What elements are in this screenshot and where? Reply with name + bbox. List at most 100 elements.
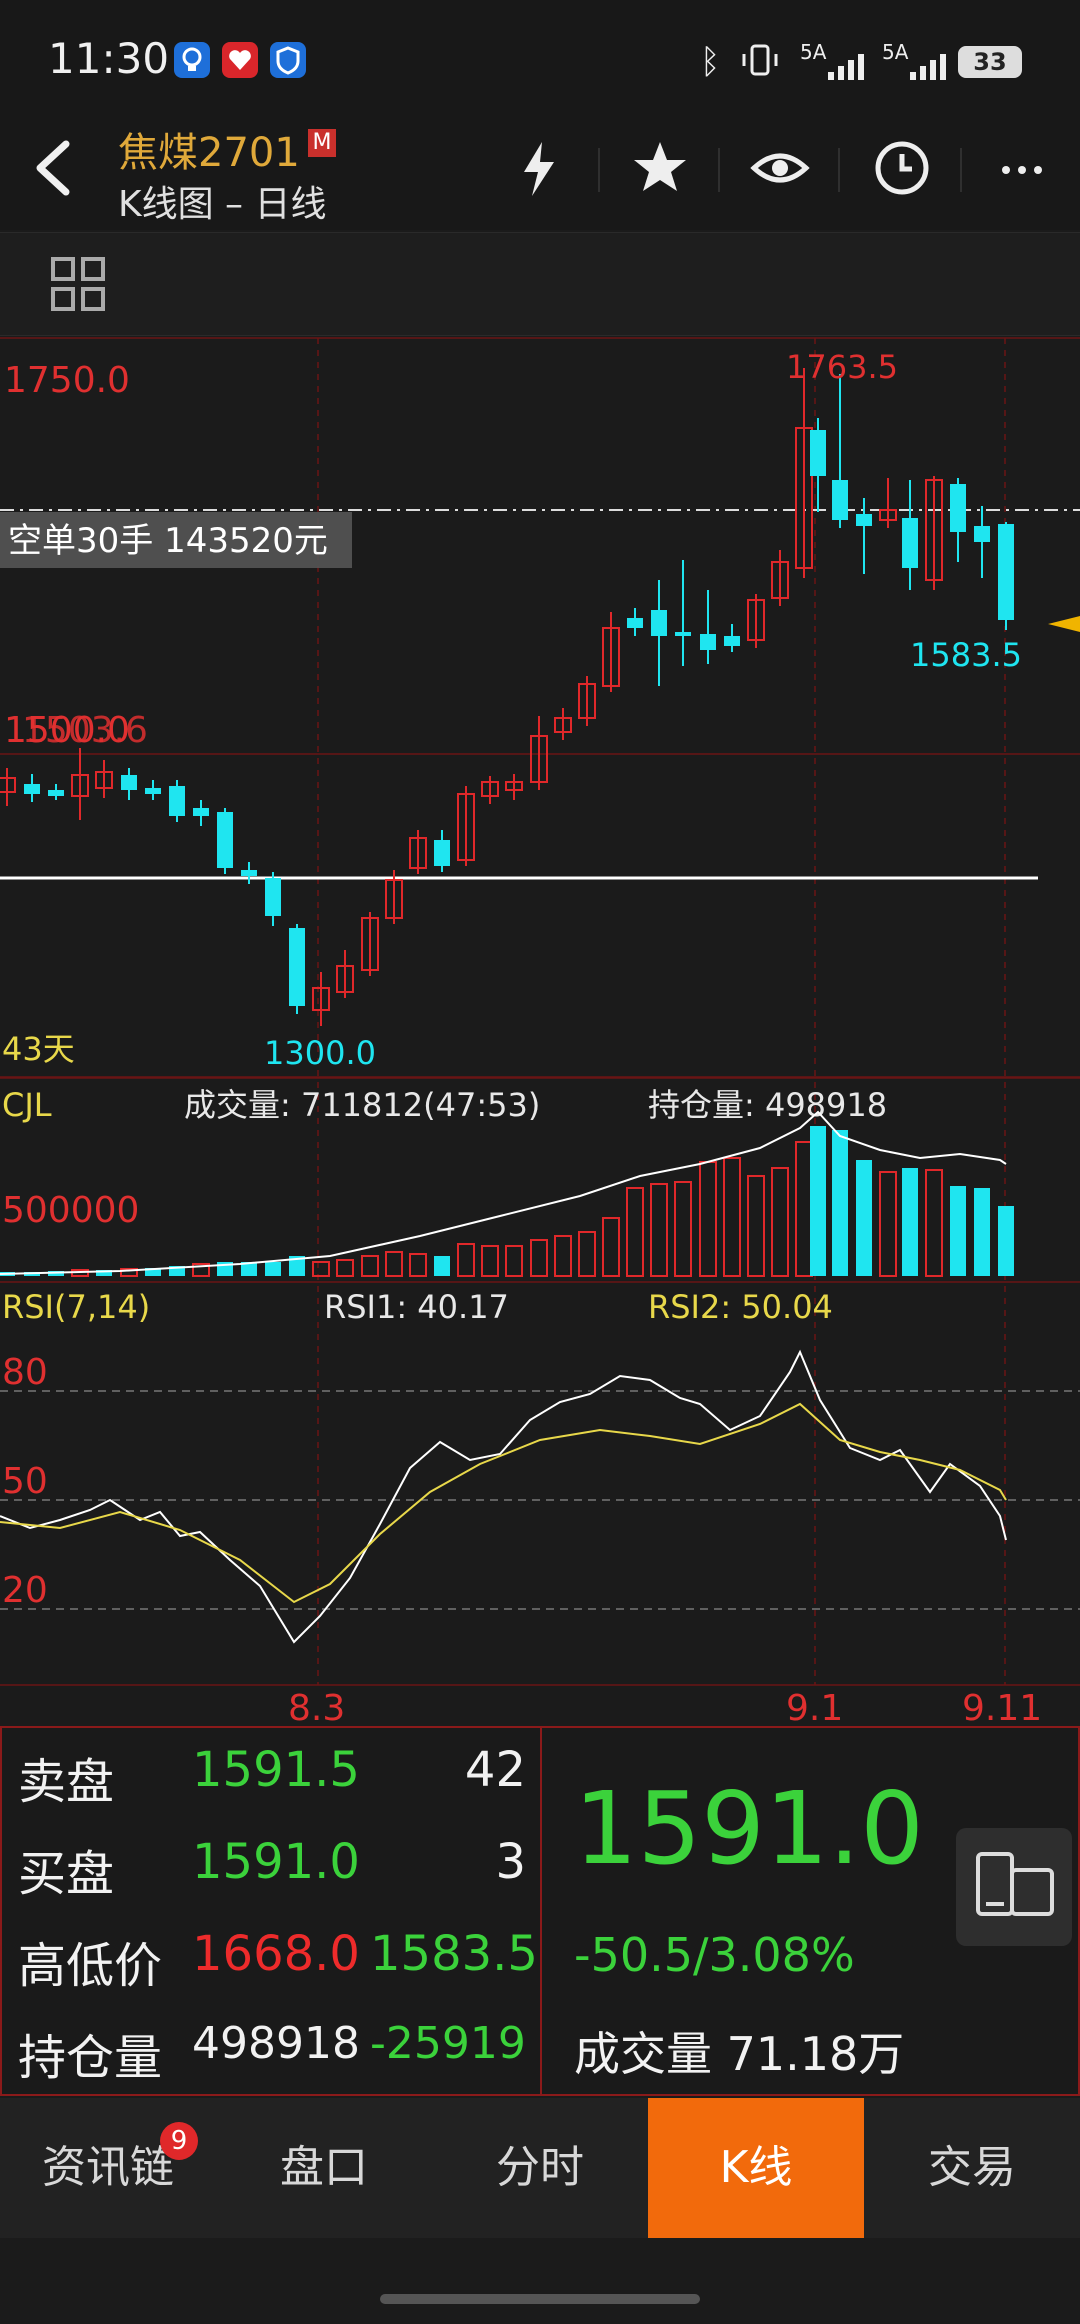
open-interest-label: 持仓量 bbox=[18, 2030, 163, 2086]
volume-bar bbox=[481, 1245, 499, 1277]
clock-icon[interactable] bbox=[872, 138, 932, 198]
volume-bar bbox=[626, 1187, 644, 1277]
x-label-date-2: 9.1 bbox=[786, 1688, 843, 1726]
candle-body bbox=[434, 840, 450, 866]
candle-body bbox=[700, 634, 716, 650]
volume-bar bbox=[832, 1130, 848, 1276]
x-label-date-1: 8.3 bbox=[288, 1688, 345, 1726]
header-divider bbox=[718, 148, 720, 192]
candle-body bbox=[998, 524, 1014, 620]
rsi2-text: RSI2: 50.04 bbox=[648, 1288, 833, 1326]
sell-qty: 42 bbox=[464, 1742, 526, 1798]
candle-body bbox=[169, 786, 185, 816]
chevron-left-icon[interactable] bbox=[28, 138, 76, 213]
volume-bar bbox=[795, 1141, 813, 1277]
volume-bar bbox=[810, 1126, 826, 1276]
volume-bar bbox=[723, 1157, 741, 1277]
buy-qty: 3 bbox=[495, 1834, 526, 1890]
candle-body bbox=[810, 430, 826, 476]
order-tag: 空单30手 143520元 bbox=[8, 521, 328, 561]
vibrate-icon bbox=[740, 42, 780, 78]
y-label-mid-overlay: 1503.6 bbox=[22, 710, 148, 751]
flash-icon[interactable] bbox=[510, 138, 570, 198]
buy-label: 买盘 bbox=[18, 1846, 115, 1902]
candle-body bbox=[627, 618, 643, 628]
volume-bar bbox=[336, 1259, 354, 1277]
split-view-button[interactable] bbox=[956, 1828, 1072, 1946]
header-divider bbox=[960, 148, 962, 192]
volume-bar bbox=[312, 1261, 330, 1277]
volume-bars bbox=[0, 1126, 1014, 1277]
volume-bar bbox=[674, 1181, 692, 1277]
candle-body bbox=[974, 526, 990, 542]
volume-bar bbox=[856, 1160, 872, 1276]
rsi-level-80: 80 bbox=[2, 1352, 48, 1393]
last-price-pointer bbox=[1048, 616, 1080, 632]
volume-indicator-name: CJL bbox=[2, 1086, 52, 1124]
low-label: 1300.0 bbox=[264, 1034, 376, 1072]
volume-bar bbox=[385, 1251, 403, 1277]
rsi-level-20: 20 bbox=[2, 1570, 48, 1611]
status-time: 11:30 bbox=[48, 34, 170, 83]
candlesticks bbox=[0, 368, 1014, 1026]
open-interest-text: 持仓量: 498918 bbox=[648, 1086, 887, 1124]
days-label: 43天 bbox=[2, 1030, 75, 1068]
volume-bar bbox=[699, 1161, 717, 1277]
candle-body bbox=[48, 790, 64, 796]
rsi1-text: RSI1: 40.17 bbox=[324, 1288, 509, 1326]
tab-kline[interactable]: K线 bbox=[648, 2098, 864, 2238]
volume-bar bbox=[747, 1175, 765, 1277]
rsi-indicator-name: RSI(7,14) bbox=[2, 1288, 150, 1326]
volume-text: 成交量: 711812(47:53) bbox=[184, 1086, 540, 1124]
volume-bar bbox=[879, 1171, 897, 1277]
signal-icon bbox=[800, 48, 872, 84]
candle-body bbox=[289, 928, 305, 1006]
heart-app-icon bbox=[222, 42, 258, 78]
home-indicator[interactable] bbox=[380, 2294, 700, 2304]
candle-body bbox=[265, 878, 281, 916]
sell-price: 1591.5 bbox=[192, 1742, 360, 1798]
tab-trade[interactable]: 交易 bbox=[864, 2098, 1080, 2238]
volume-bar bbox=[578, 1231, 596, 1277]
chart-period-title[interactable]: K线图 – 日线 bbox=[118, 175, 327, 227]
candle-body bbox=[217, 812, 233, 868]
volume-bar bbox=[925, 1169, 943, 1277]
tab-news-chain[interactable]: 资讯链 bbox=[0, 2098, 216, 2238]
kline-chart[interactable]: 1750.0 1500.0 1503.6 1763.5 1300.0 1583.… bbox=[0, 336, 1080, 1726]
news-badge: 9 bbox=[160, 2122, 198, 2160]
tab-intraday[interactable]: 分时 bbox=[432, 2098, 648, 2238]
volume-bar bbox=[650, 1183, 668, 1277]
signal-icon-2 bbox=[882, 48, 954, 84]
candle-body bbox=[902, 518, 918, 568]
contract-symbol: 焦煤2701 bbox=[118, 130, 300, 176]
candle-body bbox=[832, 480, 848, 520]
chart-toolbar bbox=[0, 232, 1080, 336]
header-divider bbox=[598, 148, 600, 192]
low-price: 1583.5 bbox=[370, 1926, 538, 1982]
star-icon[interactable] bbox=[630, 138, 690, 198]
shield-app-icon bbox=[270, 42, 306, 78]
volume-bar bbox=[265, 1262, 281, 1276]
candle-body bbox=[24, 784, 40, 794]
candle-body bbox=[193, 808, 209, 816]
volume-bar bbox=[530, 1239, 548, 1277]
volume-bar bbox=[771, 1167, 789, 1277]
rsi-level-50: 50 bbox=[2, 1461, 48, 1502]
open-interest-line bbox=[0, 1110, 1007, 1275]
volume-bar bbox=[554, 1235, 572, 1277]
more-icon[interactable] bbox=[992, 138, 1052, 198]
candle-body bbox=[675, 632, 691, 636]
eye-icon[interactable] bbox=[750, 138, 810, 198]
volume-bar bbox=[998, 1206, 1014, 1276]
volume-bar bbox=[974, 1188, 990, 1276]
candle-body bbox=[651, 610, 667, 636]
last-low-label: 1583.5 bbox=[910, 636, 1022, 674]
candle-body bbox=[241, 870, 257, 876]
tab-order-book[interactable]: 盘口 bbox=[216, 2098, 432, 2238]
x-label-date-3: 9.11 bbox=[962, 1688, 1042, 1726]
grid-icon[interactable] bbox=[50, 256, 106, 312]
high-low-label: 高低价 bbox=[18, 1938, 163, 1994]
volume-bar bbox=[457, 1243, 475, 1277]
header-divider bbox=[838, 148, 840, 192]
open-interest-change: -25919 bbox=[370, 2018, 526, 2069]
